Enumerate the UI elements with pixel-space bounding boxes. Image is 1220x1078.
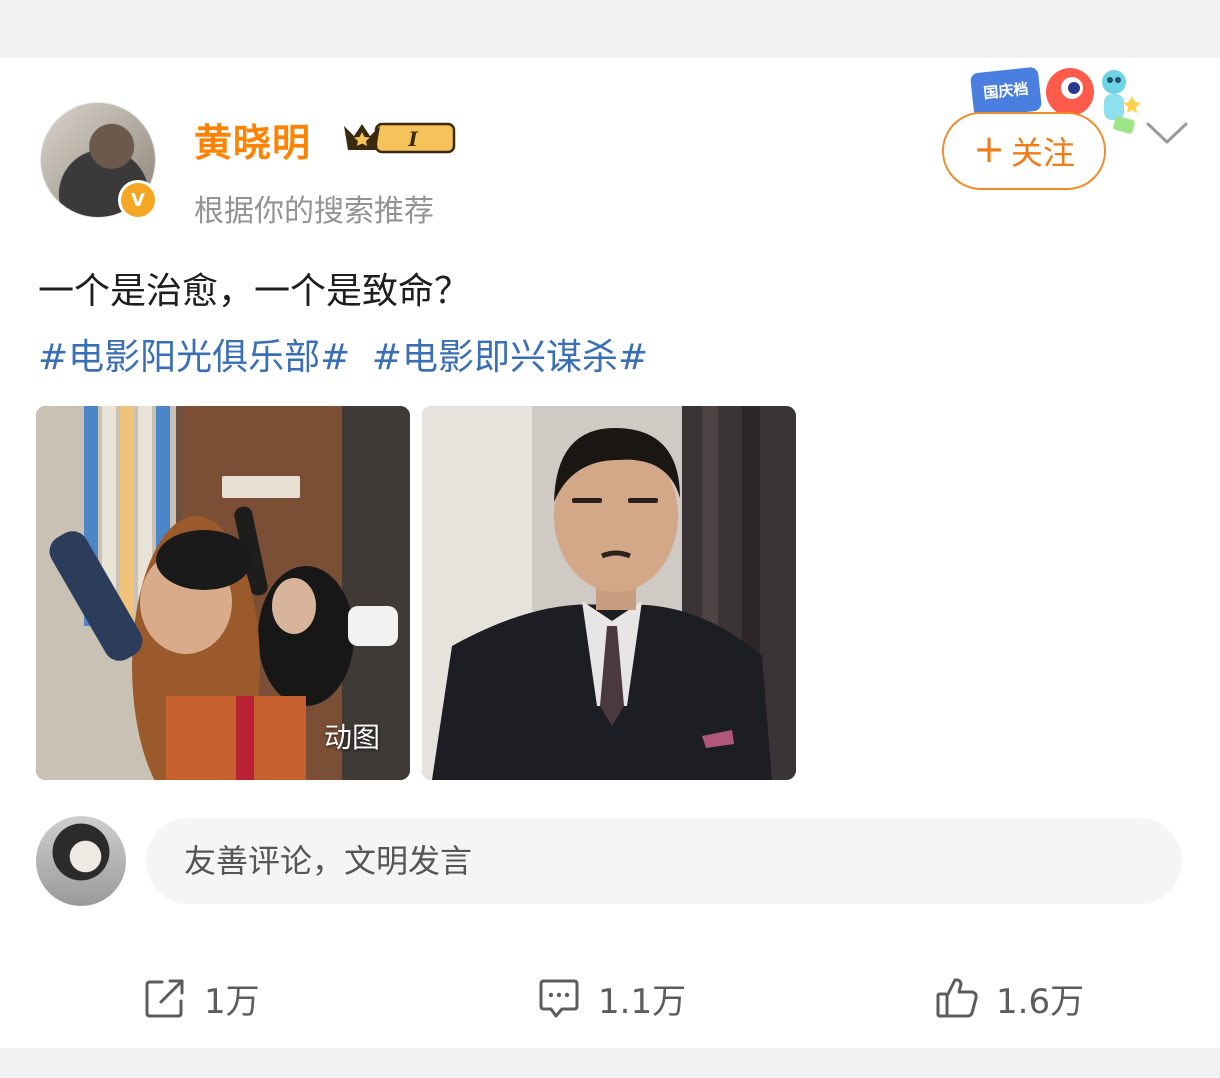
plus-icon: +: [973, 127, 1005, 171]
verified-letter: V: [131, 189, 145, 211]
bottom-separator: [0, 1048, 1220, 1078]
repost-count: 1万: [204, 981, 260, 1022]
comment-icon: [539, 979, 579, 1018]
current-user-avatar[interactable]: [36, 816, 126, 906]
post-text: 一个是治愈，一个是致命？: [38, 271, 471, 312]
gif-badge: 动图: [323, 721, 380, 754]
hashtag-row: #电影阳光俱乐部# #电影即兴谋杀#: [38, 328, 658, 380]
comment-button[interactable]: 1.1万: [536, 970, 686, 1026]
verified-badge: V: [118, 180, 158, 220]
vip-level: I: [407, 127, 418, 151]
thumbs-up-icon: [936, 978, 978, 1018]
like-count: 1.6万: [996, 981, 1085, 1022]
comment-count: 1.1万: [598, 981, 687, 1022]
recommend-reason: 根据你的搜索推荐: [194, 194, 434, 229]
like-button[interactable]: 1.6万: [934, 970, 1084, 1026]
follow-button[interactable]: + 关注: [942, 112, 1106, 190]
top-separator: [0, 0, 1220, 58]
author-name[interactable]: 黄晓明: [194, 112, 311, 167]
repost-button[interactable]: 1万: [142, 970, 260, 1026]
vip-crown-icon[interactable]: I: [340, 118, 456, 158]
hashtag-link[interactable]: #电影阳光俱乐部#: [38, 337, 350, 378]
share-icon: [145, 979, 184, 1018]
photo-image-icon: [422, 406, 796, 780]
hashtag-link[interactable]: #电影即兴谋杀#: [372, 337, 648, 378]
follow-label: 关注: [1010, 134, 1075, 172]
post-image-1[interactable]: 动图: [36, 406, 410, 780]
post-image-2[interactable]: [422, 406, 796, 780]
chevron-down-icon[interactable]: [1144, 118, 1190, 148]
comment-input[interactable]: [146, 818, 1182, 904]
